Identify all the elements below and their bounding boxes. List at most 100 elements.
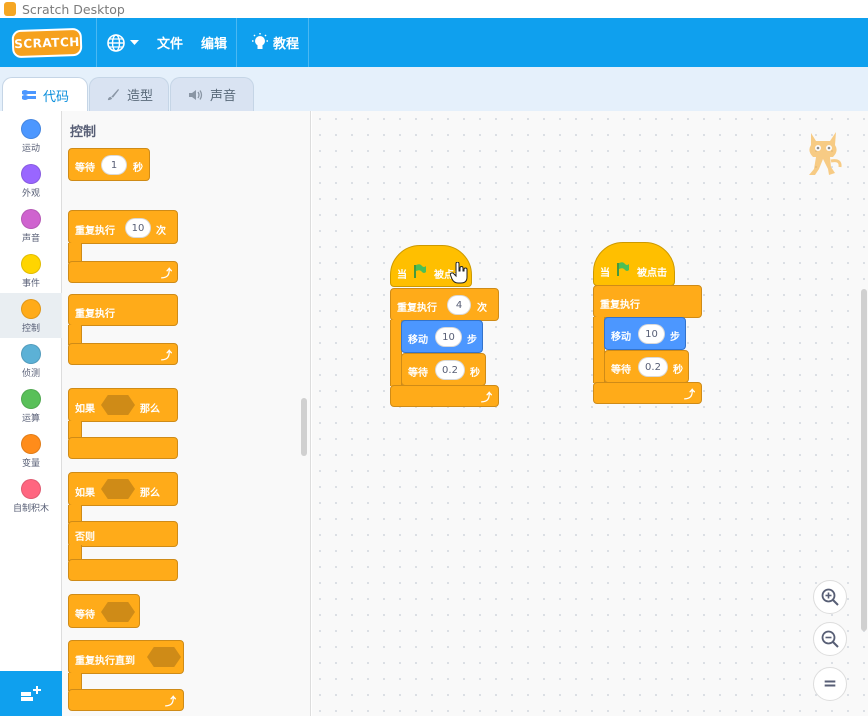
loop-arrow-icon: ⤴ [165, 695, 176, 708]
category-my-blocks[interactable]: 自制积木 [0, 473, 62, 518]
palette-scrollbar[interactable] [301, 398, 307, 456]
block-label: 等待 [75, 610, 95, 621]
zoom-in-button[interactable] [813, 580, 847, 614]
motion-dot-icon [21, 119, 41, 139]
menu-bar: SCRATCH 文件 编辑 教程 [0, 18, 868, 67]
editor-tabs: 代码 造型 声音 [0, 67, 868, 112]
block-label: 如果 [75, 488, 95, 499]
block-label: 如果 [75, 404, 95, 415]
tutorials-menu[interactable]: 教程 [237, 18, 308, 67]
tab-code-label: 代码 [42, 89, 69, 105]
if-else-block-foot [68, 559, 178, 581]
file-menu[interactable]: 文件 [148, 18, 192, 67]
tutorials-label: 教程 [273, 37, 300, 52]
tab-sounds[interactable]: 声音 [170, 77, 254, 111]
zoom-out-button[interactable] [813, 622, 847, 656]
block-label: 重复执行 [75, 309, 115, 320]
repeat-block[interactable]: 重复执行 4 次 [390, 288, 499, 321]
seconds-input[interactable]: 0.2 [435, 360, 465, 380]
wait-seconds-block[interactable]: 等待 0.2 秒 [604, 350, 689, 383]
block-label: 移动 [408, 335, 428, 346]
script-area[interactable] [312, 111, 868, 716]
loop-arrow-icon: ⤴ [161, 267, 172, 280]
tab-sounds-label: 声音 [209, 89, 236, 104]
code-icon [21, 90, 36, 100]
block-label: 等待 [611, 365, 631, 376]
scratch-logo[interactable]: SCRATCH [11, 27, 83, 58]
window-titlebar: Scratch Desktop [0, 0, 868, 18]
category-label: 自制积木 [12, 504, 49, 514]
if-else-block-middle: 否则 [68, 521, 178, 547]
block-label: 次 [156, 226, 166, 237]
block-label: 重复执行直到 [75, 656, 135, 667]
repeat-until-block[interactable]: 重复执行直到 [68, 640, 184, 674]
wait-until-block[interactable]: 等待 [68, 594, 140, 628]
forever-block[interactable]: 重复执行 [68, 294, 178, 326]
block-label: 次 [477, 303, 487, 314]
condition-slot[interactable] [101, 602, 135, 622]
if-then-block[interactable]: 如果 那么 [68, 388, 178, 422]
edit-menu[interactable]: 编辑 [192, 18, 236, 67]
block-label: 否则 [75, 532, 95, 543]
add-extension-button[interactable] [0, 671, 62, 716]
category-menu: 运动 外观 声音 事件 控制 侦测 运算 变量 自制积木 [0, 111, 62, 671]
category-events[interactable]: 事件 [0, 248, 62, 293]
category-control[interactable]: 控制 [0, 293, 62, 338]
block-palette: 控制 等待 1 秒 重复执行 10 次 ⤴ 重复执行 ⤴ 如果 那么 如果 那么… [62, 111, 311, 716]
move-steps-block[interactable]: 移动 10 步 [604, 317, 686, 350]
block-label: 步 [670, 332, 680, 343]
loop-arrow-icon: ⤴ [684, 388, 695, 401]
category-label: 声音 [21, 234, 40, 244]
tab-code[interactable]: 代码 [2, 77, 88, 112]
steps-input[interactable]: 10 [435, 327, 462, 347]
window-title: Scratch Desktop [22, 1, 125, 17]
category-label: 外观 [21, 189, 40, 199]
repeat-block-foot: ⤴ [390, 385, 499, 407]
category-variables[interactable]: 变量 [0, 428, 62, 473]
language-menu[interactable] [97, 18, 148, 67]
events-dot-icon [21, 254, 41, 274]
steps-input[interactable]: 10 [638, 324, 665, 344]
category-label: 控制 [21, 324, 40, 334]
block-label: 秒 [133, 163, 143, 174]
category-label: 运算 [21, 414, 40, 424]
variables-dot-icon [21, 434, 41, 454]
hand-cursor-icon [450, 262, 468, 284]
block-label: 重复执行 [397, 303, 437, 314]
category-operators[interactable]: 运算 [0, 383, 62, 428]
tab-costumes[interactable]: 造型 [89, 77, 169, 111]
script-area-scrollbar[interactable] [861, 289, 867, 631]
repeat-count-input[interactable]: 4 [447, 295, 471, 315]
block-label: 重复执行 [600, 300, 640, 311]
block-label: 那么 [140, 488, 160, 499]
condition-slot[interactable] [147, 647, 181, 667]
zoom-reset-button[interactable]: = [813, 667, 847, 701]
seconds-input[interactable]: 1 [101, 155, 127, 175]
sound-dot-icon [21, 209, 41, 229]
seconds-input[interactable]: 0.2 [638, 357, 668, 377]
wait-seconds-block[interactable]: 等待 1 秒 [68, 148, 150, 181]
when-flag-clicked-hat[interactable]: 当 被点击 [593, 242, 675, 286]
move-steps-block[interactable]: 移动 10 步 [401, 320, 483, 353]
category-sound[interactable]: 声音 [0, 203, 62, 248]
forever-block-arm [68, 325, 82, 345]
block-label: 等待 [408, 368, 428, 379]
green-flag-icon [414, 264, 426, 278]
zoom-in-icon [821, 588, 839, 606]
if-else-block[interactable]: 如果 那么 [68, 472, 178, 506]
block-label: 重复执行 [75, 226, 115, 237]
repeat-block[interactable]: 重复执行 10 次 [68, 210, 178, 244]
category-looks[interactable]: 外观 [0, 158, 62, 203]
wait-seconds-block[interactable]: 等待 0.2 秒 [401, 353, 486, 386]
sprite-cat-icon [809, 132, 842, 175]
green-flag-icon [617, 262, 629, 276]
category-sensing[interactable]: 侦测 [0, 338, 62, 383]
condition-slot[interactable] [101, 479, 135, 499]
block-label: 步 [467, 335, 477, 346]
globe-icon [107, 33, 125, 52]
category-motion[interactable]: 运动 [0, 113, 62, 158]
forever-block[interactable]: 重复执行 [593, 285, 702, 318]
repeat-count-input[interactable]: 10 [125, 218, 151, 238]
add-extension-icon [21, 685, 41, 701]
condition-slot[interactable] [101, 395, 135, 415]
